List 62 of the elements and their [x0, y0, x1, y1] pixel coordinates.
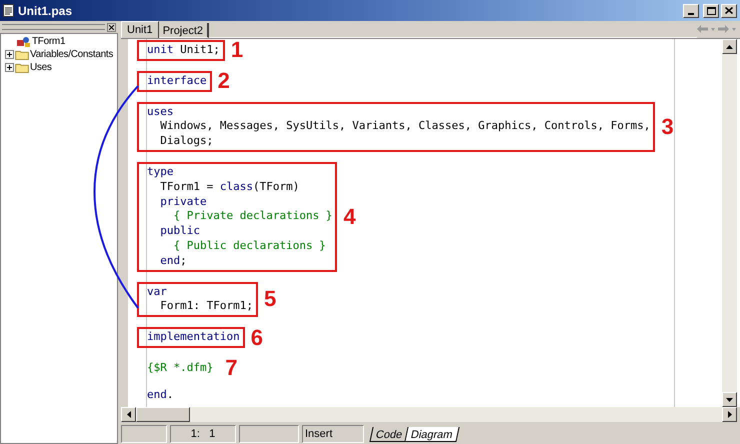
code-line: Form1: TForm1;: [159, 299, 253, 314]
edit-mode: Insert: [302, 425, 364, 443]
callout-number: 1: [230, 40, 244, 60]
close-icon: [725, 7, 733, 14]
form-icon: [16, 36, 31, 48]
code-line: end.: [147, 388, 174, 403]
editor-tab[interactable]: Unit1: [121, 21, 159, 38]
close-icon: [109, 24, 114, 30]
status-panel: [239, 425, 299, 443]
scroll-up-button[interactable]: [722, 39, 737, 54]
view-tab[interactable]: Diagram: [406, 426, 460, 442]
code-line: public: [159, 224, 201, 239]
folder-icon: [15, 50, 29, 60]
cursor-position: 1: 1: [170, 425, 236, 443]
left-arrow-icon: [126, 411, 130, 418]
tree-item[interactable]: Variables/Constants: [30, 47, 114, 62]
code-line: { Private declarations }: [172, 209, 332, 224]
code-line: {$R *.dfm}: [147, 360, 214, 376]
code-line: interface: [147, 74, 207, 89]
callout-number: 2: [218, 71, 230, 92]
document-icon: [3, 4, 14, 17]
code-editor[interactable]: [121, 38, 740, 407]
horizontal-scrollbar[interactable]: [121, 407, 737, 422]
callout-number: 5: [264, 289, 276, 310]
callout-number: 3: [661, 116, 674, 137]
code-line: Windows, Messages, SysUtils, Variants, Classes, Graphics, Controls, Forms,: [159, 119, 650, 134]
maximize-button[interactable]: [703, 4, 719, 18]
code-line: var: [147, 284, 168, 300]
code-line: Dialogs;: [159, 134, 214, 149]
scroll-down-button[interactable]: [722, 392, 737, 407]
scroll-right-button[interactable]: [722, 407, 737, 422]
right-arrow-icon: [728, 411, 732, 418]
folder-icon: [15, 62, 29, 72]
window-title: Unit1.pas: [18, 2, 74, 20]
code-line: uses: [147, 104, 174, 120]
callout-number: 4: [343, 206, 356, 227]
up-arrow-icon: [726, 44, 733, 48]
code-line: private: [159, 194, 208, 210]
minimize-icon: [688, 12, 694, 14]
scroll-thumb[interactable]: [136, 407, 190, 422]
code-line: { Public declarations }: [172, 238, 327, 254]
view-tab[interactable]: Code: [369, 426, 409, 442]
code-line: end;: [159, 254, 188, 269]
scroll-left-button[interactable]: [121, 407, 136, 422]
code-line: TForm1 = class(TForm): [159, 180, 300, 195]
panel-grip[interactable]: [2, 24, 105, 30]
tree-item[interactable]: TForm1: [32, 34, 66, 49]
close-button[interactable]: [107, 22, 116, 32]
code-line: implementation: [147, 330, 240, 345]
code-line: type: [147, 164, 174, 180]
code-line: unit Unit1;: [147, 43, 220, 58]
callout-number: 6: [250, 328, 263, 348]
status-panel: [121, 425, 167, 443]
maximize-icon: [706, 6, 716, 14]
vertical-scrollbar[interactable]: [722, 39, 737, 407]
minimize-button[interactable]: [683, 4, 699, 18]
editor-tab[interactable]: Project2: [158, 23, 210, 38]
down-arrow-icon: [726, 398, 733, 402]
expand-icon[interactable]: [5, 63, 14, 72]
tree-item[interactable]: Uses: [30, 60, 52, 75]
expand-icon[interactable]: [5, 50, 14, 59]
callout-number: 7: [225, 358, 238, 378]
